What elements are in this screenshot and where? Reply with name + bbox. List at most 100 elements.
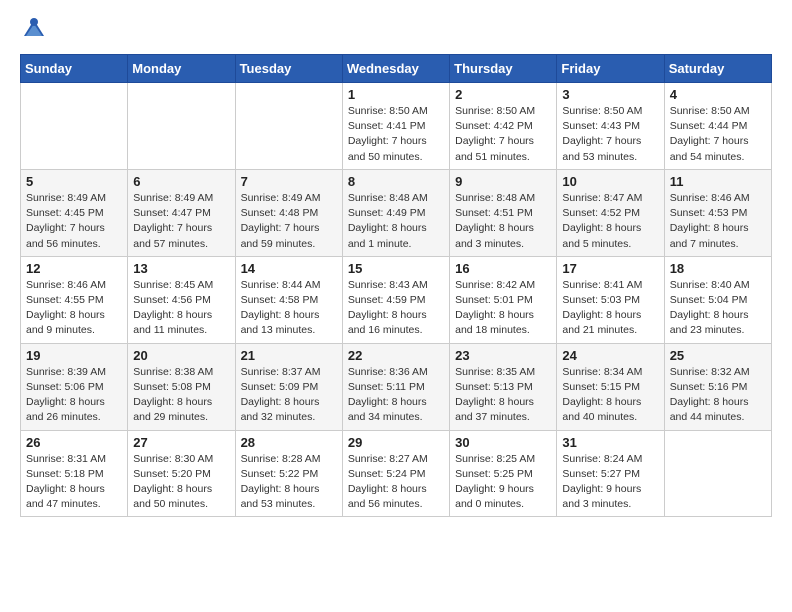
day-info: Sunrise: 8:40 AM Sunset: 5:04 PM Dayligh… bbox=[670, 278, 766, 339]
day-info: Sunrise: 8:49 AM Sunset: 4:48 PM Dayligh… bbox=[241, 191, 337, 252]
logo bbox=[20, 16, 52, 44]
day-info: Sunrise: 8:45 AM Sunset: 4:56 PM Dayligh… bbox=[133, 278, 229, 339]
day-info: Sunrise: 8:49 AM Sunset: 4:47 PM Dayligh… bbox=[133, 191, 229, 252]
weekday-header-monday: Monday bbox=[128, 55, 235, 83]
day-cell bbox=[21, 83, 128, 170]
day-number: 1 bbox=[348, 87, 444, 102]
day-info: Sunrise: 8:38 AM Sunset: 5:08 PM Dayligh… bbox=[133, 365, 229, 426]
day-info: Sunrise: 8:25 AM Sunset: 5:25 PM Dayligh… bbox=[455, 452, 551, 513]
day-cell: 17Sunrise: 8:41 AM Sunset: 5:03 PM Dayli… bbox=[557, 256, 664, 343]
day-info: Sunrise: 8:43 AM Sunset: 4:59 PM Dayligh… bbox=[348, 278, 444, 339]
day-info: Sunrise: 8:31 AM Sunset: 5:18 PM Dayligh… bbox=[26, 452, 122, 513]
day-info: Sunrise: 8:32 AM Sunset: 5:16 PM Dayligh… bbox=[670, 365, 766, 426]
page: SundayMondayTuesdayWednesdayThursdayFrid… bbox=[0, 0, 792, 537]
day-cell: 13 Sunrise: 8:45 AM Sunset: 4:56 PM Dayli… bbox=[128, 256, 235, 343]
day-cell bbox=[235, 83, 342, 170]
day-cell: 5Sunrise: 8:49 AM Sunset: 4:45 PM Daylig… bbox=[21, 169, 128, 256]
day-info: Sunrise: 8:34 AM Sunset: 5:15 PM Dayligh… bbox=[562, 365, 658, 426]
day-number: 9 bbox=[455, 174, 551, 189]
day-cell: 11 Sunrise: 8:46 AM Sunset: 4:53 PM Dayli… bbox=[664, 169, 771, 256]
day-cell: 23 Sunrise: 8:35 AM Sunset: 5:13 PM Dayli… bbox=[450, 343, 557, 430]
day-info: Sunrise: 8:30 AM Sunset: 5:20 PM Dayligh… bbox=[133, 452, 229, 513]
day-cell: 26 Sunrise: 8:31 AM Sunset: 5:18 PM Dayli… bbox=[21, 430, 128, 517]
day-number: 23 bbox=[455, 348, 551, 363]
week-row-2: 12 Sunrise: 8:46 AM Sunset: 4:55 PM Dayli… bbox=[21, 256, 772, 343]
day-number: 7 bbox=[241, 174, 337, 189]
day-info: Sunrise: 8:41 AM Sunset: 5:03 PM Dayligh… bbox=[562, 278, 658, 339]
day-number: 19 bbox=[26, 348, 122, 363]
calendar-table: SundayMondayTuesdayWednesdayThursdayFrid… bbox=[20, 54, 772, 517]
day-cell: 28Sunrise: 8:28 AM Sunset: 5:22 PM Dayli… bbox=[235, 430, 342, 517]
day-info: Sunrise: 8:35 AM Sunset: 5:13 PM Dayligh… bbox=[455, 365, 551, 426]
day-number: 2 bbox=[455, 87, 551, 102]
weekday-header-row: SundayMondayTuesdayWednesdayThursdayFrid… bbox=[21, 55, 772, 83]
day-cell: 4 Sunrise: 8:50 AM Sunset: 4:44 PM Daylig… bbox=[664, 83, 771, 170]
day-number: 13 bbox=[133, 261, 229, 276]
week-row-3: 19 Sunrise: 8:39 AM Sunset: 5:06 PM Dayli… bbox=[21, 343, 772, 430]
day-cell: 8Sunrise: 8:48 AM Sunset: 4:49 PM Daylig… bbox=[342, 169, 449, 256]
day-number: 26 bbox=[26, 435, 122, 450]
day-number: 6 bbox=[133, 174, 229, 189]
day-info: Sunrise: 8:50 AM Sunset: 4:42 PM Dayligh… bbox=[455, 104, 551, 165]
day-cell bbox=[128, 83, 235, 170]
day-info: Sunrise: 8:37 AM Sunset: 5:09 PM Dayligh… bbox=[241, 365, 337, 426]
day-cell: 7 Sunrise: 8:49 AM Sunset: 4:48 PM Daylig… bbox=[235, 169, 342, 256]
day-cell: 29 Sunrise: 8:27 AM Sunset: 5:24 PM Dayli… bbox=[342, 430, 449, 517]
day-cell: 15 Sunrise: 8:43 AM Sunset: 4:59 PM Dayli… bbox=[342, 256, 449, 343]
day-number: 4 bbox=[670, 87, 766, 102]
day-cell bbox=[664, 430, 771, 517]
day-info: Sunrise: 8:27 AM Sunset: 5:24 PM Dayligh… bbox=[348, 452, 444, 513]
day-cell: 21Sunrise: 8:37 AM Sunset: 5:09 PM Dayli… bbox=[235, 343, 342, 430]
day-cell: 20 Sunrise: 8:38 AM Sunset: 5:08 PM Dayli… bbox=[128, 343, 235, 430]
day-number: 14 bbox=[241, 261, 337, 276]
day-info: Sunrise: 8:47 AM Sunset: 4:52 PM Dayligh… bbox=[562, 191, 658, 252]
logo-icon bbox=[20, 16, 48, 44]
day-info: Sunrise: 8:24 AM Sunset: 5:27 PM Dayligh… bbox=[562, 452, 658, 513]
day-cell: 9 Sunrise: 8:48 AM Sunset: 4:51 PM Daylig… bbox=[450, 169, 557, 256]
week-row-4: 26 Sunrise: 8:31 AM Sunset: 5:18 PM Dayli… bbox=[21, 430, 772, 517]
weekday-header-friday: Friday bbox=[557, 55, 664, 83]
day-number: 15 bbox=[348, 261, 444, 276]
weekday-header-wednesday: Wednesday bbox=[342, 55, 449, 83]
weekday-header-tuesday: Tuesday bbox=[235, 55, 342, 83]
day-number: 10 bbox=[562, 174, 658, 189]
day-number: 3 bbox=[562, 87, 658, 102]
weekday-header-thursday: Thursday bbox=[450, 55, 557, 83]
day-cell: 19 Sunrise: 8:39 AM Sunset: 5:06 PM Dayli… bbox=[21, 343, 128, 430]
day-number: 29 bbox=[348, 435, 444, 450]
day-info: Sunrise: 8:50 AM Sunset: 4:44 PM Dayligh… bbox=[670, 104, 766, 165]
day-info: Sunrise: 8:49 AM Sunset: 4:45 PM Dayligh… bbox=[26, 191, 122, 252]
day-number: 27 bbox=[133, 435, 229, 450]
day-cell: 25 Sunrise: 8:32 AM Sunset: 5:16 PM Dayli… bbox=[664, 343, 771, 430]
day-cell: 22Sunrise: 8:36 AM Sunset: 5:11 PM Dayli… bbox=[342, 343, 449, 430]
day-info: Sunrise: 8:50 AM Sunset: 4:41 PM Dayligh… bbox=[348, 104, 444, 165]
day-cell: 2 Sunrise: 8:50 AM Sunset: 4:42 PM Daylig… bbox=[450, 83, 557, 170]
day-info: Sunrise: 8:36 AM Sunset: 5:11 PM Dayligh… bbox=[348, 365, 444, 426]
day-cell: 3 Sunrise: 8:50 AM Sunset: 4:43 PM Daylig… bbox=[557, 83, 664, 170]
day-cell: 14Sunrise: 8:44 AM Sunset: 4:58 PM Dayli… bbox=[235, 256, 342, 343]
day-info: Sunrise: 8:48 AM Sunset: 4:49 PM Dayligh… bbox=[348, 191, 444, 252]
day-number: 11 bbox=[670, 174, 766, 189]
day-cell: 31 Sunrise: 8:24 AM Sunset: 5:27 PM Dayli… bbox=[557, 430, 664, 517]
day-info: Sunrise: 8:46 AM Sunset: 4:55 PM Dayligh… bbox=[26, 278, 122, 339]
day-cell: 24 Sunrise: 8:34 AM Sunset: 5:15 PM Dayli… bbox=[557, 343, 664, 430]
day-number: 16 bbox=[455, 261, 551, 276]
day-info: Sunrise: 8:42 AM Sunset: 5:01 PM Dayligh… bbox=[455, 278, 551, 339]
day-info: Sunrise: 8:28 AM Sunset: 5:22 PM Dayligh… bbox=[241, 452, 337, 513]
week-row-1: 5Sunrise: 8:49 AM Sunset: 4:45 PM Daylig… bbox=[21, 169, 772, 256]
day-number: 31 bbox=[562, 435, 658, 450]
header bbox=[20, 16, 772, 44]
day-number: 24 bbox=[562, 348, 658, 363]
day-info: Sunrise: 8:48 AM Sunset: 4:51 PM Dayligh… bbox=[455, 191, 551, 252]
week-row-0: 1 Sunrise: 8:50 AM Sunset: 4:41 PM Daylig… bbox=[21, 83, 772, 170]
day-number: 20 bbox=[133, 348, 229, 363]
day-info: Sunrise: 8:39 AM Sunset: 5:06 PM Dayligh… bbox=[26, 365, 122, 426]
weekday-header-saturday: Saturday bbox=[664, 55, 771, 83]
day-number: 12 bbox=[26, 261, 122, 276]
day-cell: 10 Sunrise: 8:47 AM Sunset: 4:52 PM Dayli… bbox=[557, 169, 664, 256]
day-info: Sunrise: 8:46 AM Sunset: 4:53 PM Dayligh… bbox=[670, 191, 766, 252]
day-cell: 30 Sunrise: 8:25 AM Sunset: 5:25 PM Dayli… bbox=[450, 430, 557, 517]
day-info: Sunrise: 8:50 AM Sunset: 4:43 PM Dayligh… bbox=[562, 104, 658, 165]
day-number: 25 bbox=[670, 348, 766, 363]
day-number: 30 bbox=[455, 435, 551, 450]
